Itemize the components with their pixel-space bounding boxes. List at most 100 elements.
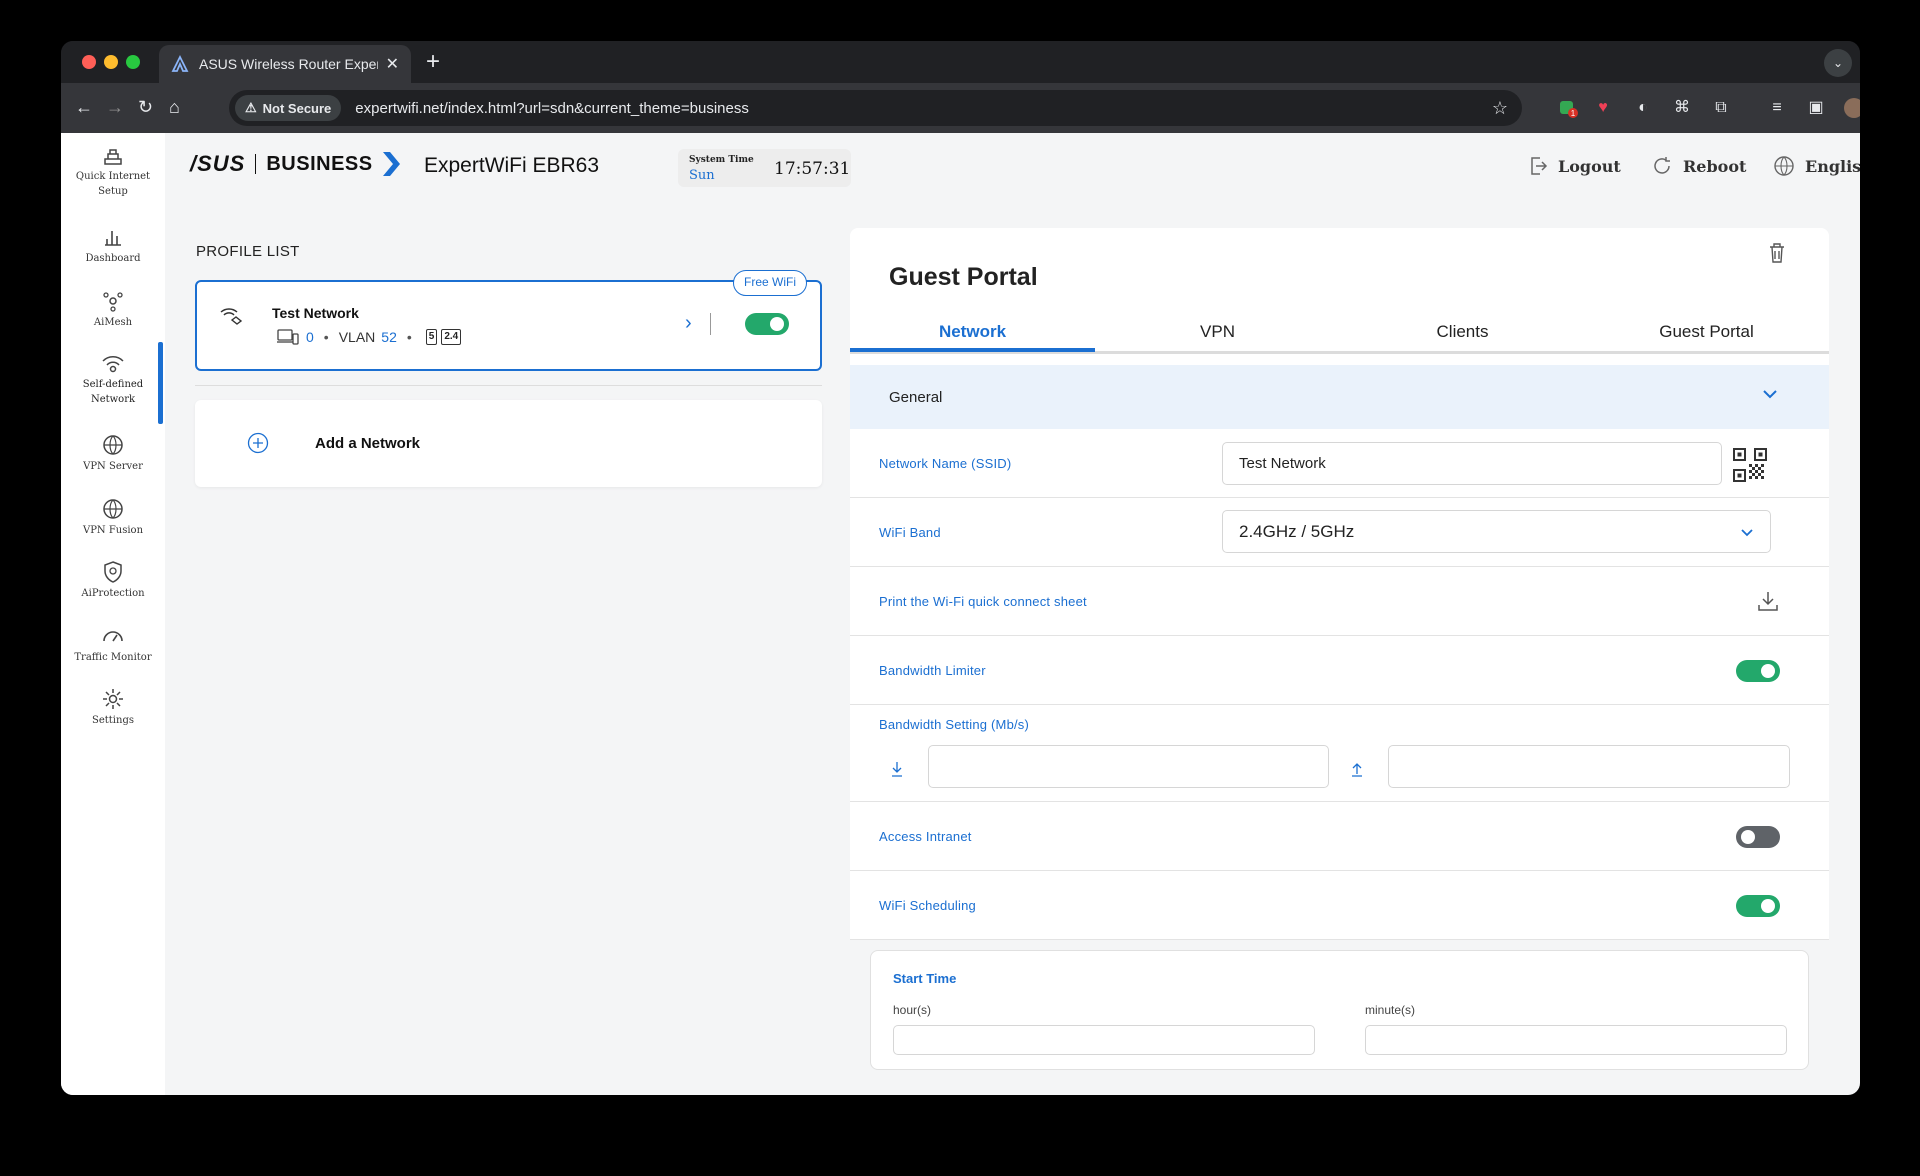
sidebar-item-vpn-server[interactable]: VPN Server <box>61 433 165 474</box>
sidebar-item-aiprotection[interactable]: AiProtection <box>61 560 165 601</box>
profile-name: Test Network <box>272 305 359 321</box>
profile-card[interactable]: Free WiFi Test Network 0 • VLAN 52 • 5 2… <box>195 270 822 371</box>
band-5ghz-icon: 5 <box>425 329 438 345</box>
print-sheet-row: Print the Wi-Fi quick connect sheet <box>850 567 1829 636</box>
extension-icon-2[interactable]: ◐ <box>1633 98 1653 118</box>
sidebar-item-label: VPN Fusion <box>82 525 144 536</box>
url-text[interactable]: expertwifi.net/index.html?url=sdn&curren… <box>355 100 1492 117</box>
sidebar-item-quick-internet-setup[interactable]: Quick Internet Setup <box>61 145 165 199</box>
pocket-icon[interactable]: ♥ <box>1593 98 1613 118</box>
access-intranet-toggle[interactable] <box>1736 826 1780 848</box>
side-panel-icon[interactable]: ▣ <box>1806 98 1826 118</box>
wifi-scheduling-row: WiFi Scheduling <box>850 871 1829 940</box>
tab-guest-portal[interactable]: Guest Portal <box>1584 322 1829 342</box>
download-icon[interactable] <box>1756 589 1780 613</box>
wifi-band-value: 2.4GHz / 5GHz <box>1239 521 1355 541</box>
tab-search-button[interactable]: ⌄ <box>1824 49 1852 77</box>
dashboard-icon <box>105 231 121 246</box>
language-selector[interactable]: English ▼ <box>1773 155 1860 177</box>
bandwidth-limiter-toggle[interactable] <box>1736 660 1780 682</box>
bookmark-star-icon[interactable]: ☆ <box>1492 98 1508 119</box>
section-general-header[interactable]: General <box>850 365 1829 429</box>
home-icon[interactable]: ⌂ <box>169 97 180 117</box>
extension-icon-3[interactable]: ⌘ <box>1672 98 1692 118</box>
chevron-down-icon <box>1763 390 1777 399</box>
wifi-scheduling-label: WiFi Scheduling <box>879 898 976 913</box>
maximize-window-button[interactable] <box>126 55 140 69</box>
reload-icon[interactable]: ↻ <box>138 97 153 117</box>
download-arrow-icon <box>892 762 902 777</box>
access-intranet-row: Access Intranet <box>850 802 1829 871</box>
close-window-button[interactable] <box>82 55 96 69</box>
page-header: /SUS BUSINESS ExpertWiFi EBR63 System Ti… <box>165 133 1860 203</box>
tab-network[interactable]: Network <box>850 322 1095 342</box>
wifi-scheduling-toggle[interactable] <box>1736 895 1780 917</box>
sidebar-item-traffic-monitor[interactable]: Traffic Monitor <box>61 624 165 665</box>
upload-limit-input[interactable] <box>1388 745 1790 788</box>
divider <box>195 385 822 386</box>
address-bar[interactable]: ⚠ Not Secure expertwifi.net/index.html?u… <box>229 90 1522 126</box>
logout-label: Logout <box>1558 156 1621 176</box>
minimize-window-button[interactable] <box>104 55 118 69</box>
extensions-puzzle-icon[interactable]: ⧉ <box>1711 98 1731 118</box>
bandwidth-limiter-row: Bandwidth Limiter <box>850 636 1829 705</box>
router-page: Quick Internet Setup Dashboard AiMesh Se… <box>61 133 1860 1095</box>
sidebar-item-self-defined-network[interactable]: Self-defined Network <box>61 351 165 407</box>
new-tab-button[interactable]: + <box>426 49 440 75</box>
logout-icon <box>1531 157 1548 175</box>
print-sheet-label: Print the Wi-Fi quick connect sheet <box>879 594 1087 609</box>
trash-icon[interactable] <box>1768 242 1786 264</box>
sidebar-item-settings[interactable]: Settings <box>61 687 165 728</box>
extension-icon[interactable]: 1 <box>1558 98 1578 118</box>
model-name: ExpertWiFi EBR63 <box>424 154 600 177</box>
tab-clients[interactable]: Clients <box>1340 322 1585 342</box>
globe-icon <box>1774 156 1794 176</box>
add-network-button[interactable]: Add a Network <box>195 400 822 487</box>
wifi-band-select[interactable]: 2.4GHz / 5GHz <box>1222 510 1771 553</box>
plus-circle-icon <box>247 432 269 454</box>
browser-tab[interactable]: ASUS Wireless Router Exper ✕ <box>159 45 411 83</box>
self-defined-network-icon <box>102 356 124 373</box>
tab-vpn[interactable]: VPN <box>1095 322 1340 342</box>
upload-arrow-icon <box>1352 763 1362 777</box>
qr-code-icon[interactable] <box>1732 447 1768 483</box>
forward-icon[interactable]: → <box>106 97 124 117</box>
profile-enable-toggle[interactable] <box>745 313 789 335</box>
logout-button[interactable]: Logout <box>1528 155 1621 177</box>
vpn-fusion-icon <box>103 499 123 519</box>
system-time-label: System Time <box>689 155 754 165</box>
sidebar-item-vpn-fusion[interactable]: VPN Fusion <box>61 497 165 538</box>
start-time-card: Start Time hour(s) minute(s) <box>870 950 1809 1070</box>
reading-list-icon[interactable]: ≡ <box>1767 98 1787 118</box>
reboot-button[interactable]: Reboot <box>1651 155 1746 177</box>
quick-setup-icon <box>104 149 122 165</box>
profile-avatar[interactable] <box>1844 98 1860 118</box>
download-limit-input[interactable] <box>928 745 1329 788</box>
tab-close-icon[interactable]: ✕ <box>386 54 399 74</box>
system-time-box: System Time Sun 17:57:31 <box>678 149 851 187</box>
warning-icon: ⚠ <box>245 100 257 115</box>
site-info-chip[interactable]: ⚠ Not Secure <box>235 95 342 121</box>
start-minute-input[interactable] <box>1365 1025 1787 1055</box>
asus-business-logo: /SUS BUSINESS <box>190 150 401 178</box>
asus-favicon-icon <box>171 55 189 72</box>
guest-network-icon <box>220 308 243 325</box>
gear-icon <box>103 689 123 709</box>
ssid-input[interactable]: Test Network <box>1222 442 1722 485</box>
asus-logo-text: /SUS <box>190 151 246 176</box>
wifi-band-row: WiFi Band 2.4GHz / 5GHz <box>850 498 1829 567</box>
vlan-id: 52 <box>381 329 397 345</box>
vpn-server-icon <box>103 435 123 455</box>
chevron-right-icon[interactable]: › <box>685 312 692 335</box>
tab-title: ASUS Wireless Router Exper <box>199 56 378 72</box>
vlan-label: VLAN <box>338 329 376 345</box>
band-24ghz-icon: 2.4 <box>441 329 462 345</box>
start-hour-input[interactable] <box>893 1025 1315 1055</box>
extension-badge: 1 <box>1571 109 1576 118</box>
profile-detail-panel: Guest Portal Network VPN Clients Guest P… <box>850 228 1829 1095</box>
sidebar-item-dashboard[interactable]: Dashboard <box>61 225 165 266</box>
sidebar-item-aimesh[interactable]: AiMesh <box>61 289 165 330</box>
back-icon[interactable]: ← <box>75 97 93 117</box>
traffic-monitor-icon <box>103 631 123 642</box>
sidebar: Quick Internet Setup Dashboard AiMesh Se… <box>61 133 165 1095</box>
